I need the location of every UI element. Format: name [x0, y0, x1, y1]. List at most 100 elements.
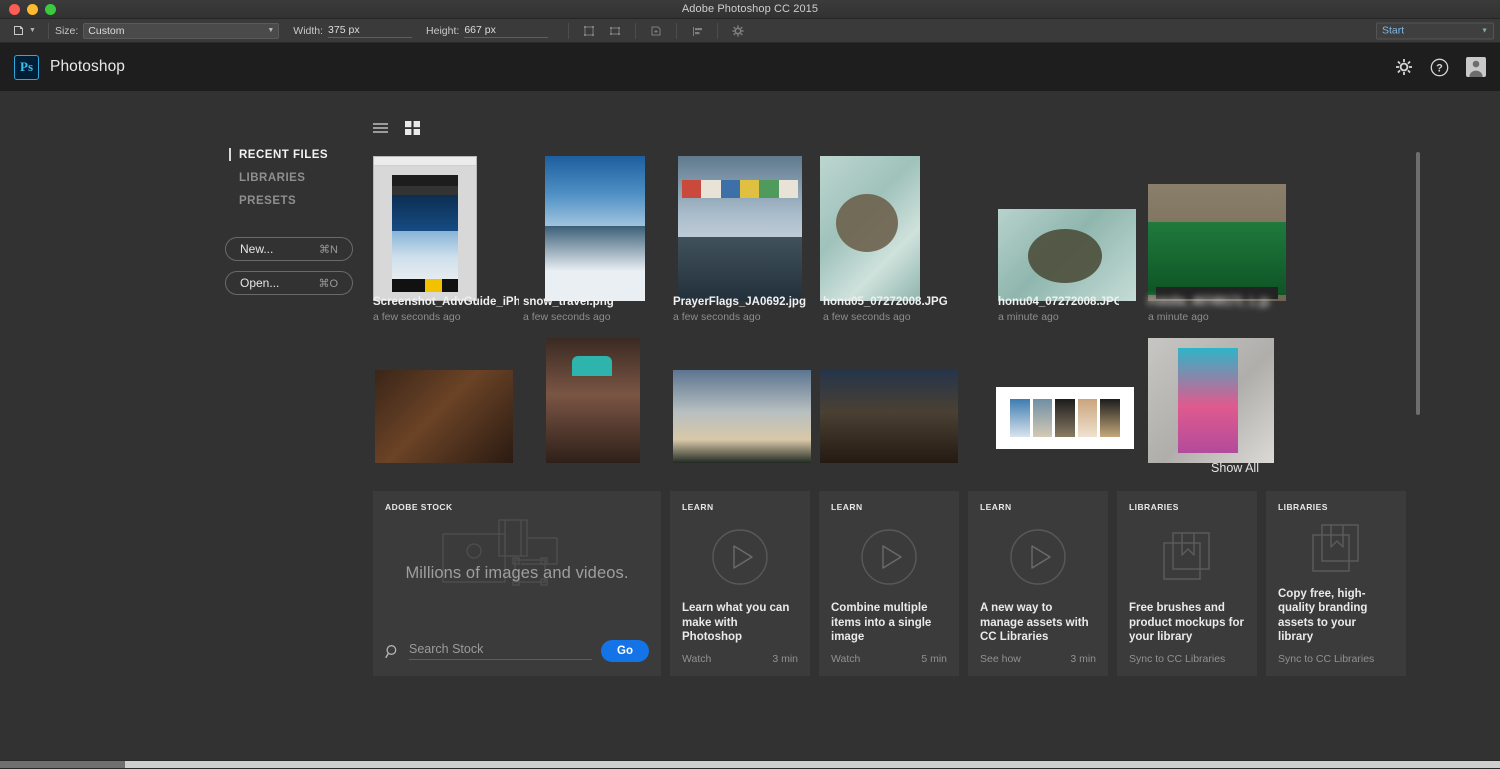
- new-button-shortcut: ⌘N: [319, 243, 338, 256]
- workspace-switcher[interactable]: Start ▼: [1376, 22, 1494, 39]
- subtract-from-selection-icon[interactable]: [577, 21, 601, 41]
- recent-files-scrollbar[interactable]: [1416, 152, 1420, 415]
- stock-headline: Millions of images and videos.: [385, 564, 649, 583]
- recent-file-item[interactable]: [523, 341, 673, 471]
- file-timestamp: a few seconds ago: [373, 311, 519, 323]
- file-thumbnail: [996, 387, 1134, 449]
- app-name: Photoshop: [50, 58, 125, 76]
- new-document-button[interactable]: New... ⌘N: [225, 237, 353, 261]
- card-art: [1278, 512, 1394, 587]
- play-icon: [860, 528, 918, 586]
- width-group: Width: 375 px: [293, 23, 412, 38]
- list-view-icon[interactable]: [373, 122, 388, 140]
- divider: [568, 23, 569, 39]
- recent-files-grid: Screenshot_AdvGuide_iPho... a few second…: [373, 145, 1421, 475]
- sidebar-item-recent-files[interactable]: RECENT FILES: [225, 145, 385, 165]
- scrollbar-track[interactable]: [125, 761, 1500, 768]
- start-sidebar: RECENT FILES LIBRARIES PRESETS New... ⌘N…: [225, 145, 385, 305]
- account-avatar-icon[interactable]: [1466, 57, 1486, 77]
- file-thumbnail: [998, 209, 1136, 301]
- card-duration: 3 min: [1070, 653, 1096, 665]
- header-actions: ?: [1395, 43, 1486, 91]
- recent-file-item[interactable]: Fotolia_40749171_L.jpg a minute ago: [1123, 149, 1273, 339]
- view-toggle-group: [373, 121, 420, 140]
- open-document-button[interactable]: Open... ⌘O: [225, 271, 353, 295]
- recent-file-item[interactable]: [973, 341, 1123, 471]
- options-bar-icon-group: [562, 21, 750, 41]
- card-footer: Watch 3 min: [682, 653, 798, 665]
- recent-file-item[interactable]: Screenshot_AdvGuide_iPho... a few second…: [373, 149, 523, 339]
- card-kicker: LEARN: [831, 502, 947, 512]
- card-kicker: LIBRARIES: [1278, 502, 1394, 512]
- svg-text:?: ?: [1436, 62, 1443, 74]
- size-select[interactable]: Custom ▼: [83, 23, 279, 39]
- recent-file-item[interactable]: [1123, 341, 1273, 471]
- recent-file-item[interactable]: honu04_07272008.JPG a minute ago: [973, 149, 1123, 339]
- card-title: Copy free, high-quality branding assets …: [1278, 587, 1394, 645]
- play-icon: [1009, 528, 1067, 586]
- stock-go-button[interactable]: Go: [601, 640, 649, 662]
- grid-view-icon[interactable]: [405, 121, 420, 140]
- search-icon: [385, 644, 400, 659]
- file-thumbnail: [546, 338, 640, 463]
- file-thumbnail: [1148, 184, 1286, 301]
- file-name: PrayerFlags_JA0692.jpg: [673, 296, 819, 308]
- promo-card[interactable]: LIBRARIES Copy free, high-quality brandi…: [1266, 491, 1406, 676]
- help-icon[interactable]: ?: [1430, 58, 1449, 77]
- settings-gear-icon[interactable]: [726, 21, 750, 41]
- recent-file-item[interactable]: honu05_07272008.JPG a few seconds ago: [823, 149, 973, 339]
- chevron-down-icon: ▼: [267, 27, 274, 34]
- recent-file-item[interactable]: [373, 341, 523, 471]
- width-input[interactable]: 375 px: [328, 23, 412, 38]
- card-art: [980, 512, 1096, 601]
- recent-file-item[interactable]: [673, 341, 823, 471]
- recent-file-item[interactable]: snow_travel.png a few seconds ago: [523, 149, 673, 339]
- file-thumbnail: [673, 370, 811, 463]
- horizontal-scrollbar[interactable]: [0, 760, 1500, 769]
- card-action[interactable]: Sync to CC Libraries: [1278, 653, 1374, 665]
- card-action[interactable]: Watch: [682, 653, 711, 665]
- active-tool-preset[interactable]: ▼: [6, 24, 42, 37]
- new-button-label: New...: [240, 242, 273, 256]
- card-action[interactable]: Watch: [831, 653, 860, 665]
- card-footer: See how 3 min: [980, 653, 1096, 665]
- sidebar-item-presets[interactable]: PRESETS: [225, 191, 385, 211]
- show-all-link[interactable]: Show All: [1211, 461, 1259, 475]
- library-icon: [1157, 527, 1217, 587]
- file-name: Fotolia_40749171_L.jpg: [1148, 296, 1269, 308]
- new-artboard-icon[interactable]: [644, 21, 668, 41]
- file-thumbnail: [820, 370, 958, 463]
- gear-icon[interactable]: [1395, 58, 1413, 76]
- recent-file-item[interactable]: [823, 341, 973, 471]
- card-title: Free brushes and product mockups for you…: [1129, 601, 1245, 645]
- stock-search-input[interactable]: Search Stock: [409, 642, 592, 660]
- chevron-down-icon[interactable]: ▼: [29, 27, 36, 34]
- recent-file-item[interactable]: PrayerFlags_JA0692.jpg a few seconds ago: [673, 149, 823, 339]
- promo-card[interactable]: LIBRARIES Free brushes and product mocku…: [1117, 491, 1257, 676]
- intersect-selection-icon[interactable]: [603, 21, 627, 41]
- card-action[interactable]: Sync to CC Libraries: [1129, 653, 1225, 665]
- file-name: honu05_07272008.JPG: [823, 296, 969, 308]
- open-button-shortcut: ⌘O: [318, 277, 338, 290]
- promo-card[interactable]: LEARN Learn what you can make with Photo…: [670, 491, 810, 676]
- card-kicker: LIBRARIES: [1129, 502, 1245, 512]
- file-timestamp: a minute ago: [1148, 311, 1269, 323]
- promo-card[interactable]: LEARN Combine multiple items into a sing…: [819, 491, 959, 676]
- height-input[interactable]: 667 px: [464, 23, 548, 38]
- sidebar-item-libraries[interactable]: LIBRARIES: [225, 168, 385, 188]
- adobe-stock-card[interactable]: ADOBE STOCK: [373, 491, 661, 676]
- card-art: [1129, 512, 1245, 601]
- promo-card[interactable]: LEARN A new way to manage assets with CC…: [968, 491, 1108, 676]
- divider: [635, 23, 636, 39]
- card-kicker: ADOBE STOCK: [385, 502, 649, 512]
- align-icon[interactable]: [685, 21, 709, 41]
- size-label: Size:: [55, 25, 78, 37]
- divider: [676, 23, 677, 39]
- card-duration: 3 min: [772, 653, 798, 665]
- width-label: Width:: [293, 25, 323, 37]
- scrollbar-thumb[interactable]: [0, 761, 125, 768]
- card-kicker: LEARN: [682, 502, 798, 512]
- height-group: Height: 667 px: [426, 23, 548, 38]
- card-action[interactable]: See how: [980, 653, 1021, 665]
- open-button-label: Open...: [240, 276, 279, 290]
